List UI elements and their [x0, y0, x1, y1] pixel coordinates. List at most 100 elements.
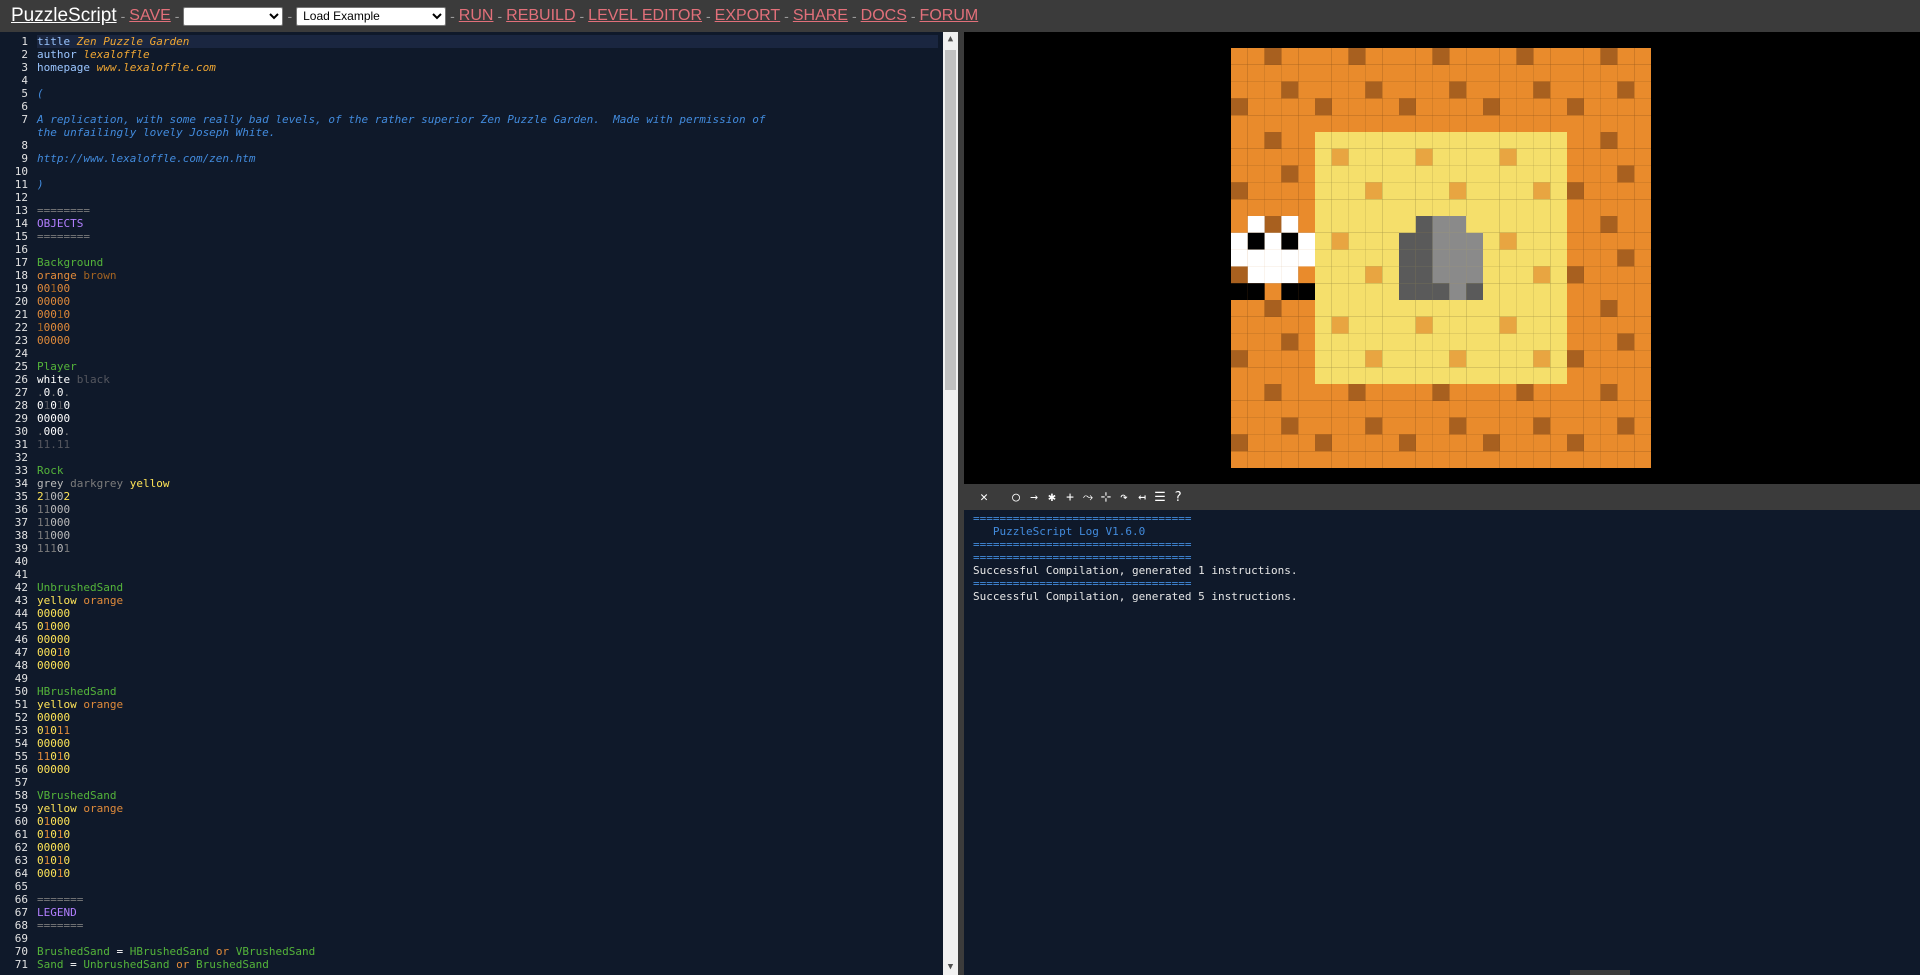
circle-icon[interactable]: ○	[1007, 489, 1025, 507]
code-line[interactable]: 01010	[37, 854, 938, 867]
list-icon[interactable]: ☰	[1151, 489, 1169, 507]
code-line[interactable]: yellow orange	[37, 594, 938, 607]
code-line[interactable]: 00000	[37, 295, 938, 308]
code-line[interactable]: 11101	[37, 542, 938, 555]
brand-logo-link[interactable]: PuzzleScript	[11, 5, 117, 27]
code-line[interactable]: 00010	[37, 867, 938, 880]
code-line[interactable]	[37, 243, 938, 256]
code-line[interactable]: 00000	[37, 763, 938, 776]
code-line[interactable]: Sand = UnbrushedSand or BrushedSand	[37, 958, 938, 971]
scroll-up-arrow-icon[interactable]: ▲	[943, 32, 958, 47]
code-line[interactable]: author lexaloffle	[37, 48, 938, 61]
asterisk-icon[interactable]: ✱	[1043, 489, 1061, 507]
code-line[interactable]: 01010	[37, 399, 938, 412]
code-line[interactable]: 00000	[37, 737, 938, 750]
code-line[interactable]: 11000	[37, 503, 938, 516]
rebuild-link[interactable]: REBUILD	[506, 7, 575, 25]
code-line[interactable]: 00100	[37, 282, 938, 295]
code-line[interactable]: =======	[37, 893, 938, 906]
code-line[interactable]	[37, 880, 938, 893]
code-line[interactable]: grey darkgrey yellow	[37, 477, 938, 490]
code-line[interactable]: http://www.lexaloffle.com/zen.htm	[37, 152, 938, 165]
console-horizontal-scrollbar[interactable]	[1570, 970, 1630, 975]
plus-icon[interactable]: +	[1061, 489, 1079, 507]
code-line[interactable]: )	[37, 178, 938, 191]
code-line[interactable]: Rock	[37, 464, 938, 477]
code-line[interactable]: HBrushedSand	[37, 685, 938, 698]
code-line[interactable]: (	[37, 87, 938, 100]
code-text-area[interactable]: title Zen Puzzle Garden author lexaloffle…	[37, 35, 938, 971]
code-line[interactable]: orange brown	[37, 269, 938, 282]
redo-icon[interactable]: ↷	[1115, 489, 1133, 507]
code-line[interactable]	[37, 932, 938, 945]
docs-link[interactable]: DOCS	[861, 7, 907, 25]
code-line[interactable]: 00000	[37, 659, 938, 672]
code-line[interactable]: Player	[37, 360, 938, 373]
code-line[interactable]	[37, 568, 938, 581]
code-line[interactable]: 00000	[37, 711, 938, 724]
undo-icon[interactable]: ↤	[1133, 489, 1151, 507]
code-line[interactable]: 00010	[37, 308, 938, 321]
code-line[interactable]: 21002	[37, 490, 938, 503]
code-line[interactable]: .000.	[37, 425, 938, 438]
code-line[interactable]: 01000	[37, 815, 938, 828]
code-line[interactable]: .0.0.	[37, 386, 938, 399]
code-line[interactable]: 00010	[37, 646, 938, 659]
forum-link[interactable]: FORUM	[920, 7, 979, 25]
code-line[interactable]: 00000	[37, 841, 938, 854]
code-line[interactable]	[37, 139, 938, 152]
code-line[interactable]	[37, 776, 938, 789]
editor-scrollbar[interactable]: ▲ ▼	[943, 32, 958, 975]
code-line[interactable]	[37, 672, 938, 685]
code-line[interactable]: UnbrushedSand	[37, 581, 938, 594]
compress-icon[interactable]: ⊹	[1097, 489, 1115, 507]
movement-icon[interactable]: ⤳	[1079, 489, 1097, 507]
code-line[interactable]: 00000	[37, 412, 938, 425]
export-link[interactable]: EXPORT	[715, 7, 781, 25]
share-link[interactable]: SHARE	[793, 7, 848, 25]
arrow-right-icon[interactable]: →	[1025, 489, 1043, 507]
code-line[interactable]: 01010	[37, 828, 938, 841]
code-line[interactable]	[37, 347, 938, 360]
code-line[interactable]: yellow orange	[37, 802, 938, 815]
code-line[interactable]	[37, 74, 938, 87]
code-line[interactable]: 10000	[37, 321, 938, 334]
code-line[interactable]: =======	[37, 919, 938, 932]
code-line[interactable]: 11000	[37, 516, 938, 529]
scroll-down-arrow-icon[interactable]: ▼	[943, 960, 958, 975]
code-line[interactable]: title Zen Puzzle Garden	[37, 35, 938, 48]
code-line[interactable]: VBrushedSand	[37, 789, 938, 802]
code-line[interactable]: the unfailingly lovely Joseph White.	[37, 126, 938, 139]
code-line[interactable]: 11010	[37, 750, 938, 763]
code-line[interactable]: yellow orange	[37, 698, 938, 711]
load-saved-select[interactable]	[183, 6, 284, 26]
load-example-select[interactable]: Load Example	[296, 6, 447, 26]
code-line[interactable]: white black	[37, 373, 938, 386]
code-editor[interactable]: 1 2 3 4 5 6 7 8 9 10 11 12 13 14 15 16 17 18 19 20 21 22 23 24 2…	[0, 32, 958, 975]
code-line[interactable]: LEGEND	[37, 906, 938, 919]
code-line[interactable]	[37, 555, 938, 568]
level-editor-link[interactable]: LEVEL EDITOR	[588, 7, 702, 25]
close-icon[interactable]: ✕	[975, 489, 993, 507]
code-line[interactable]: ========	[37, 230, 938, 243]
code-line[interactable]: Background	[37, 256, 938, 269]
editor-scrollbar-thumb[interactable]	[945, 50, 956, 390]
code-line[interactable]: 11000	[37, 529, 938, 542]
code-line[interactable]	[37, 100, 938, 113]
code-line[interactable]: BrushedSand = HBrushedSand or VBrushedSa…	[37, 945, 938, 958]
code-line[interactable]: ========	[37, 204, 938, 217]
code-line[interactable]: homepage www.lexaloffle.com	[37, 61, 938, 74]
code-line[interactable]: 11.11	[37, 438, 938, 451]
save-link[interactable]: SAVE	[129, 7, 171, 25]
code-line[interactable]: 01000	[37, 620, 938, 633]
code-line[interactable]: OBJECTS	[37, 217, 938, 230]
code-line[interactable]	[37, 451, 938, 464]
game-canvas[interactable]	[964, 32, 1920, 484]
code-line[interactable]: 00000	[37, 607, 938, 620]
code-line[interactable]: 00000	[37, 633, 938, 646]
code-line[interactable]: 01011	[37, 724, 938, 737]
help-icon[interactable]: ?	[1169, 489, 1187, 507]
code-line[interactable]	[37, 191, 938, 204]
code-line[interactable]: 00000	[37, 334, 938, 347]
run-link[interactable]: RUN	[459, 7, 494, 25]
